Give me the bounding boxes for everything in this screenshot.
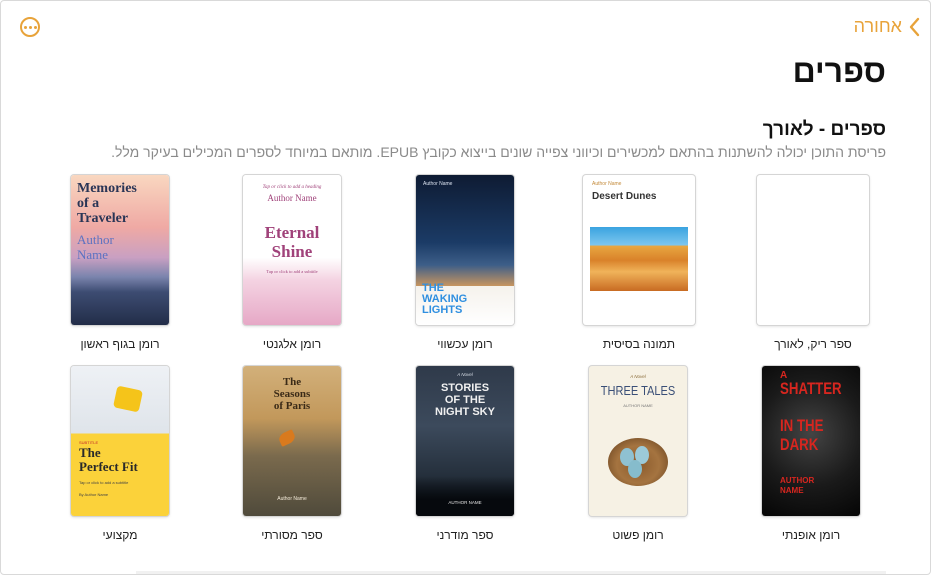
template-label: רומן פשוט xyxy=(612,528,664,542)
book-cover: A SHATTER IN THE DARK AUTHOR NAME xyxy=(762,366,860,516)
book-cover: Author Name THE WAKING LIGHTS xyxy=(416,175,514,325)
section-title: ספרים - לאורך xyxy=(762,119,886,140)
template-modern-book[interactable]: A Novel STORIES OF THE NIGHT SKY AUTHOR … xyxy=(410,366,520,542)
back-label: אחורה xyxy=(853,16,902,36)
template-label: ספר ריק, לאורך xyxy=(774,337,852,351)
puzzle-piece xyxy=(112,385,144,413)
book-cover: The Seasons of Paris Author Name xyxy=(243,366,341,516)
scroll-edge xyxy=(136,571,886,574)
leaf-image xyxy=(277,429,297,447)
template-label: מקצועי xyxy=(102,528,138,542)
template-label: רומן אופנתי xyxy=(781,528,841,542)
template-label: ספר מודרני xyxy=(436,528,494,542)
template-simple-novel[interactable]: A Novel THREE TALES AUTHOR NAME רומן פשו… xyxy=(583,366,693,542)
template-chooser: אחורה ספרים ספרים - לאורך פריסת התוכן יכ… xyxy=(0,0,931,575)
book-cover: SUBTITLE The Perfect Fit Tap or click to… xyxy=(71,366,169,516)
template-professional[interactable]: SUBTITLE The Perfect Fit Tap or click to… xyxy=(65,366,175,542)
desert-photo xyxy=(590,227,688,291)
page-title: ספרים xyxy=(792,53,886,89)
book-cover: Author Name Desert Dunes xyxy=(583,175,695,325)
template-traditional-book[interactable]: The Seasons of Paris Author Name ספר מסו… xyxy=(237,366,347,542)
template-first-person-novel[interactable]: Memories of a Traveler Author Name רומן … xyxy=(65,175,175,351)
tree-silhouette xyxy=(416,476,514,516)
book-cover xyxy=(757,175,869,325)
template-label: רומן אלגנטי xyxy=(262,337,322,351)
template-fashion-novel[interactable]: A SHATTER IN THE DARK AUTHOR NAME רומן א… xyxy=(756,366,866,542)
template-basic-photo[interactable]: Author Name Desert Dunes תמונה בסיסית xyxy=(577,175,701,351)
template-contemporary-novel[interactable]: Author Name THE WAKING LIGHTS רומן עכשוו… xyxy=(410,175,520,351)
more-options-icon[interactable] xyxy=(20,17,40,37)
book-cover: A Novel STORIES OF THE NIGHT SKY AUTHOR … xyxy=(416,366,514,516)
book-cover: Memories of a Traveler Author Name xyxy=(71,175,169,325)
section-description: פריסת התוכן יכולה להשתנות בהתאם למכשירים… xyxy=(111,144,886,160)
template-elegant-novel[interactable]: Tap or click to add a heading Author Nam… xyxy=(237,175,347,351)
chevron-left-icon xyxy=(909,17,920,36)
template-label: רומן עכשווי xyxy=(437,337,493,351)
template-label: תמונה בסיסית xyxy=(602,337,676,351)
nest-image xyxy=(608,438,668,486)
book-cover: A Novel THREE TALES AUTHOR NAME xyxy=(589,366,687,516)
template-blank-portrait[interactable]: ספר ריק, לאורך xyxy=(751,175,875,351)
back-button[interactable]: אחורה xyxy=(854,16,920,37)
template-label: ספר מסורתי xyxy=(261,528,323,542)
template-label: רומן בגוף ראשון xyxy=(80,337,160,351)
book-cover: Tap or click to add a heading Author Nam… xyxy=(243,175,341,325)
